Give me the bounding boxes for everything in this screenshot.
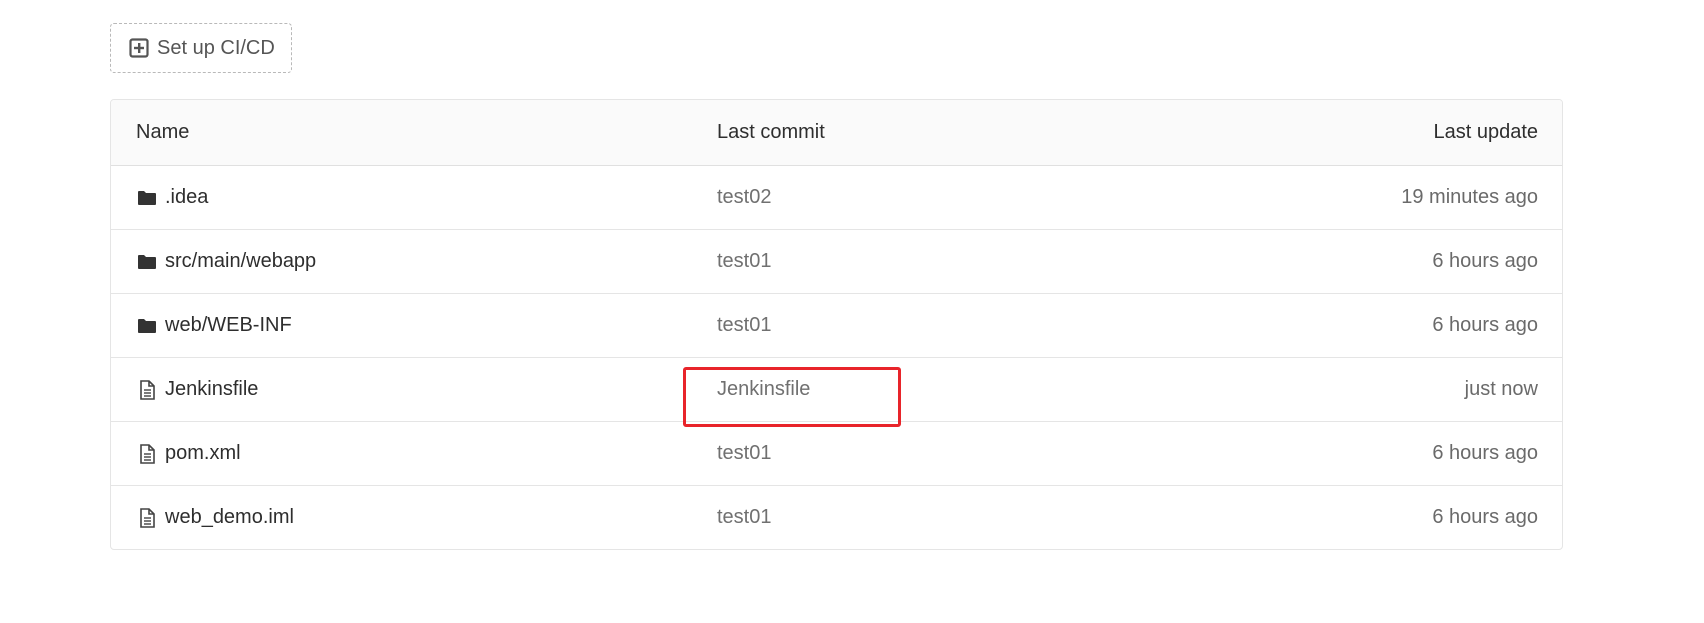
table-row[interactable]: web/WEB-INF test01 6 hours ago <box>111 293 1562 357</box>
file-name-cell[interactable]: pom.xml <box>136 422 241 485</box>
file-tree-table: Name Last commit Last update .idea test0… <box>110 99 1563 550</box>
file-name-link[interactable]: Jenkinsfile <box>165 378 258 401</box>
last-commit-link[interactable]: Jenkinsfile <box>717 358 810 421</box>
file-name-link[interactable]: web/WEB-INF <box>165 314 292 337</box>
last-update-time: just now <box>1464 378 1538 400</box>
file-name-cell[interactable]: web/WEB-INF <box>136 294 292 357</box>
setup-cicd-label: Set up CI/CD <box>157 36 275 59</box>
last-update-time: 19 minutes ago <box>1401 186 1538 208</box>
table-row[interactable]: web_demo.iml test01 6 hours ago <box>111 485 1562 549</box>
column-header-last-commit: Last commit <box>717 121 825 143</box>
file-icon <box>136 379 158 401</box>
table-header-row: Name Last commit Last update <box>111 100 1562 166</box>
file-name-link[interactable]: pom.xml <box>165 442 241 465</box>
last-commit-link[interactable]: test01 <box>717 486 771 549</box>
file-icon <box>136 443 158 465</box>
folder-icon <box>136 187 158 209</box>
last-commit-link[interactable]: test01 <box>717 294 771 357</box>
file-name-cell[interactable]: web_demo.iml <box>136 486 294 549</box>
file-icon <box>136 507 158 529</box>
file-name-cell[interactable]: src/main/webapp <box>136 230 316 293</box>
file-name-link[interactable]: .idea <box>165 186 208 209</box>
last-update-time: 6 hours ago <box>1432 250 1538 272</box>
column-header-last-update: Last update <box>1433 121 1538 143</box>
plus-square-icon <box>129 38 149 58</box>
last-update-time: 6 hours ago <box>1432 506 1538 528</box>
setup-cicd-button[interactable]: Set up CI/CD <box>110 23 292 73</box>
file-name-link[interactable]: src/main/webapp <box>165 250 316 273</box>
last-commit-link[interactable]: test02 <box>717 166 771 229</box>
table-row[interactable]: Jenkinsfile Jenkinsfile just now <box>111 357 1562 421</box>
table-row[interactable]: .idea test02 19 minutes ago <box>111 166 1562 229</box>
file-name-cell[interactable]: .idea <box>136 166 208 229</box>
last-update-time: 6 hours ago <box>1432 314 1538 336</box>
file-name-cell[interactable]: Jenkinsfile <box>136 358 258 421</box>
folder-icon <box>136 251 158 273</box>
table-row[interactable]: src/main/webapp test01 6 hours ago <box>111 229 1562 293</box>
last-commit-link[interactable]: test01 <box>717 422 771 485</box>
repository-page: Set up CI/CD Name Last commit Last updat… <box>0 0 1704 623</box>
file-name-link[interactable]: web_demo.iml <box>165 506 294 529</box>
table-row[interactable]: pom.xml test01 6 hours ago <box>111 421 1562 485</box>
last-update-time: 6 hours ago <box>1432 442 1538 464</box>
folder-icon <box>136 315 158 337</box>
column-header-name: Name <box>136 121 190 143</box>
last-commit-link[interactable]: test01 <box>717 230 771 293</box>
